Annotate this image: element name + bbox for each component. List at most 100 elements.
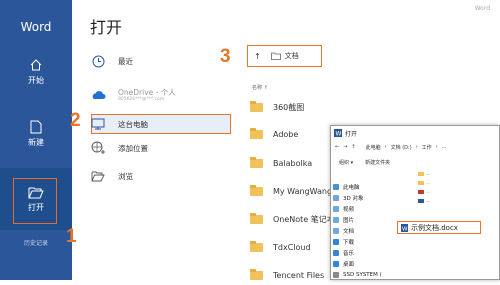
folder-name: Adobe bbox=[273, 129, 299, 139]
breadcrumb-label: 文档 bbox=[284, 52, 299, 60]
folder-icon bbox=[250, 100, 263, 112]
folder-icon bbox=[250, 127, 263, 139]
tree-item[interactable]: 视频 bbox=[333, 203, 354, 214]
list-item[interactable]: Balabolka bbox=[250, 153, 312, 173]
folder-name: 360截图 bbox=[273, 102, 305, 112]
picture-icon bbox=[333, 216, 339, 223]
location-onedrive[interactable]: OneDrive - 个人 905626***@***.com bbox=[90, 82, 176, 108]
folder-name: TdxCloud bbox=[273, 242, 311, 252]
location-recent[interactable]: 最近 bbox=[90, 50, 133, 72]
sidebar-item-label: 新建 bbox=[28, 138, 44, 147]
file-row[interactable]: ... bbox=[418, 189, 430, 194]
computer-icon bbox=[333, 183, 339, 190]
folder-name: Balabolka bbox=[273, 158, 313, 168]
tree-item[interactable]: 3D 对象 bbox=[333, 192, 363, 203]
step-number: 1 bbox=[66, 226, 77, 247]
list-item[interactable]: TdxCloud bbox=[250, 237, 311, 257]
address-part[interactable]: ... bbox=[442, 144, 447, 150]
address-part[interactable]: 文档 (D:) bbox=[391, 144, 412, 151]
dialog-titlebar: 打开 bbox=[331, 126, 500, 140]
svg-text:W: W bbox=[336, 131, 342, 138]
tree-item[interactable]: 图片 bbox=[333, 214, 354, 225]
location-this-pc[interactable]: 这台电脑 bbox=[90, 113, 148, 135]
step-number: 2 bbox=[70, 110, 81, 131]
sidebar-item-new[interactable]: 新建 bbox=[0, 120, 72, 148]
app-title: Word bbox=[20, 20, 52, 34]
music-icon bbox=[333, 249, 339, 256]
address-part[interactable]: 工作 bbox=[422, 144, 432, 151]
tree-item[interactable]: 桌面 bbox=[333, 258, 354, 269]
location-label: 添加位置 bbox=[118, 143, 148, 153]
globe-add-icon bbox=[91, 141, 105, 154]
page-title: 打开 bbox=[90, 18, 123, 37]
desktop-icon bbox=[333, 260, 339, 267]
file-row[interactable]: ... bbox=[418, 198, 430, 203]
tree-item[interactable]: 此电脑 bbox=[333, 181, 360, 192]
folder-name: Tencent Files bbox=[273, 270, 325, 280]
folder-icon bbox=[250, 268, 263, 280]
list-item[interactable]: OneNote 笔记本 bbox=[250, 209, 335, 229]
file-row[interactable]: ... bbox=[418, 171, 430, 176]
location-sublabel: 905626***@***.com bbox=[118, 96, 165, 102]
computer-icon bbox=[91, 118, 105, 130]
list-item[interactable]: 360截图 bbox=[250, 97, 304, 117]
selected-file[interactable]: W 示例文档.docx bbox=[397, 221, 481, 234]
forward-arrow-icon[interactable]: → bbox=[343, 144, 347, 150]
folder-open-icon bbox=[91, 171, 105, 182]
dialog-title: 打开 bbox=[345, 130, 358, 138]
new-document-icon bbox=[30, 120, 42, 134]
backstage-sidebar: Word 开始 新建 打开 历史记录 bbox=[0, 0, 72, 280]
dialog-toolbar: 组织 ▾ 新建文件夹 bbox=[331, 156, 500, 168]
svg-text:W: W bbox=[402, 226, 408, 232]
drive-icon bbox=[333, 271, 339, 278]
breadcrumb[interactable]: ↑ 文档 bbox=[247, 45, 322, 67]
document-icon bbox=[333, 227, 339, 234]
tree-item[interactable]: SSD SYSTEM ( bbox=[333, 269, 382, 280]
cloud-icon bbox=[92, 91, 105, 99]
column-header-name[interactable]: 名称 ↑ bbox=[252, 84, 268, 91]
location-label: 浏览 bbox=[118, 171, 133, 181]
back-arrow-icon[interactable]: ← bbox=[335, 144, 339, 150]
tree-item[interactable]: 文档 bbox=[333, 225, 354, 236]
file-row[interactable]: ... bbox=[418, 180, 430, 185]
folder-icon bbox=[250, 240, 263, 252]
tree-item[interactable]: 音乐 bbox=[333, 247, 354, 258]
location-browse[interactable]: 浏览 bbox=[90, 165, 133, 187]
organize-menu[interactable]: 组织 ▾ bbox=[339, 159, 353, 166]
tree-item[interactable]: 下载 bbox=[333, 236, 354, 247]
folder-name: My WangWang bbox=[273, 186, 333, 196]
file-icon bbox=[418, 189, 424, 194]
folder-outline-icon bbox=[270, 52, 281, 60]
list-item[interactable]: Adobe bbox=[250, 124, 298, 144]
location-add-place[interactable]: 添加位置 bbox=[90, 137, 148, 159]
folder-icon bbox=[250, 212, 263, 224]
sidebar-item-history[interactable]: 历史记录 bbox=[0, 238, 72, 247]
folder-icon bbox=[250, 156, 263, 168]
location-label: 最近 bbox=[118, 56, 133, 66]
folder-icon bbox=[418, 180, 424, 185]
app-label: Word bbox=[474, 5, 490, 12]
sidebar-item-home[interactable]: 开始 bbox=[0, 58, 72, 86]
step-number: 3 bbox=[220, 46, 231, 67]
folder-icon bbox=[250, 184, 263, 196]
folder-name: OneNote 笔记本 bbox=[273, 214, 335, 224]
address-part[interactable]: 此电脑 bbox=[366, 144, 381, 151]
dialog-address-bar[interactable]: ← → ↑ 此电脑 › 文档 (D:) › 工作 › ... bbox=[331, 140, 500, 154]
home-icon bbox=[30, 59, 42, 71]
open-file-dialog: 打开 W ← → ↑ 此电脑 › 文档 (D:) › 工作 › ... 组织 ▾ 新建… bbox=[330, 125, 500, 280]
step-highlight-open bbox=[13, 178, 57, 224]
word-file-icon: W bbox=[334, 129, 342, 137]
clock-icon bbox=[92, 55, 104, 67]
new-folder-button[interactable]: 新建文件夹 bbox=[365, 159, 390, 166]
folder-icon bbox=[418, 171, 424, 176]
up-arrow-icon[interactable]: ↑ bbox=[351, 144, 355, 150]
file-name: 示例文档.docx bbox=[411, 223, 458, 232]
video-icon bbox=[333, 205, 339, 212]
list-item[interactable]: My WangWang bbox=[250, 181, 332, 201]
location-label: 这台电脑 bbox=[118, 119, 148, 129]
sidebar-item-label: 开始 bbox=[28, 76, 44, 85]
file-icon bbox=[418, 198, 424, 203]
location-label: OneDrive - 个人 bbox=[118, 87, 176, 97]
up-arrow-icon[interactable]: ↑ bbox=[254, 52, 261, 61]
list-item[interactable]: Tencent Files bbox=[250, 265, 324, 285]
